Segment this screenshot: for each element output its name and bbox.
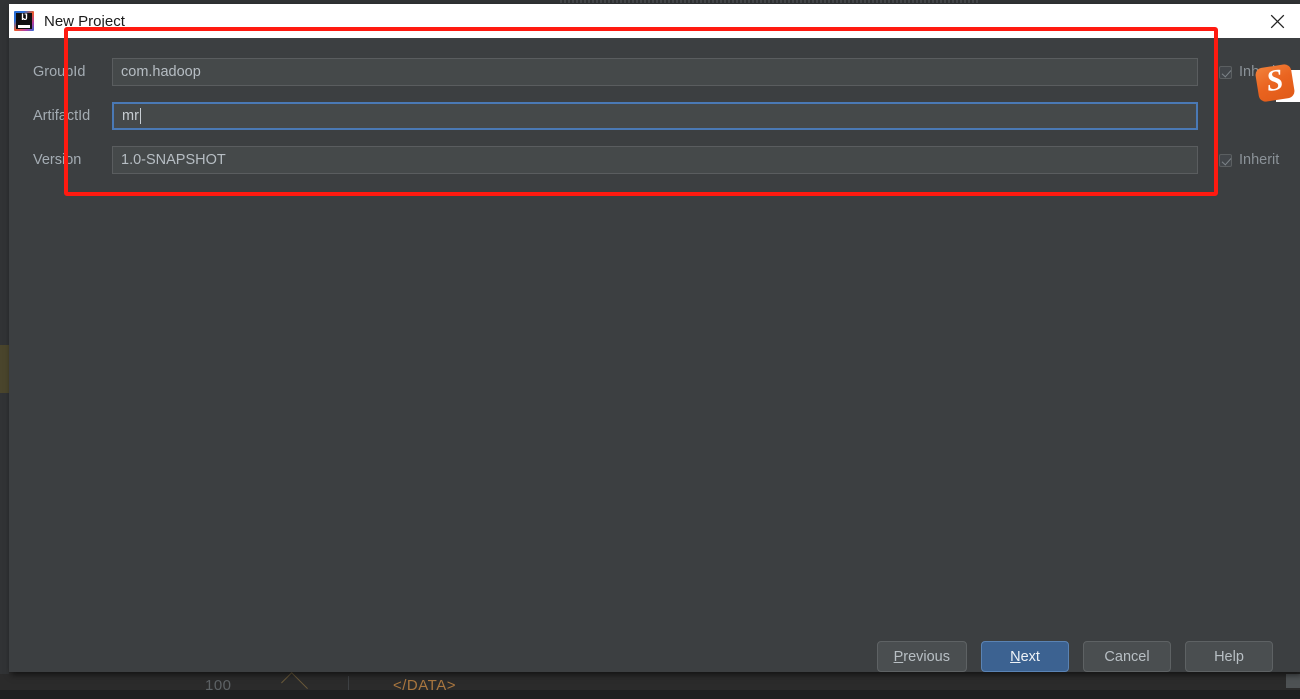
sogou-ime-badge-icon[interactable]: S xyxy=(1254,63,1299,104)
dialog-title: New Project xyxy=(44,12,125,30)
version-inherit-group[interactable]: Inherit xyxy=(1219,152,1279,168)
ide-left-gutter xyxy=(0,4,9,690)
version-label: Version xyxy=(33,152,82,168)
groupid-input[interactable]: com.hadoop xyxy=(112,58,1198,86)
ide-gutter-marker xyxy=(0,345,9,393)
next-button-mnemonic: N xyxy=(1010,648,1021,665)
intellij-idea-icon: IJ xyxy=(14,11,34,31)
ide-top-dotted-content xyxy=(560,0,980,3)
close-icon[interactable] xyxy=(1254,4,1300,38)
new-project-dialog: IJ New Project GroupId com.hadoop Inheri… xyxy=(9,4,1300,672)
form-row-version: Version 1.0-SNAPSHOT Inherit xyxy=(9,145,1300,175)
next-button-label: ext xyxy=(1020,648,1040,665)
dialog-body: GroupId com.hadoop Inherit ArtifactId mr… xyxy=(9,38,1300,672)
sogou-ime-letter: S xyxy=(1263,62,1286,99)
next-button[interactable]: Next xyxy=(981,641,1069,672)
version-inherit-checkbox[interactable] xyxy=(1219,153,1232,167)
help-button[interactable]: Help xyxy=(1185,641,1273,672)
form-row-groupid: GroupId com.hadoop Inherit xyxy=(9,57,1300,87)
text-caret xyxy=(139,108,142,124)
editor-column-divider xyxy=(348,676,349,690)
artifactid-input[interactable]: mr xyxy=(112,102,1198,130)
editor-xml-tag: </DATA> xyxy=(393,677,456,694)
previous-button-label: revious xyxy=(903,648,950,665)
version-inherit-label: Inherit xyxy=(1239,152,1280,168)
dialog-title-bar: IJ New Project xyxy=(9,4,1300,38)
dialog-button-bar: Previous Next Cancel Help xyxy=(876,641,1273,672)
previous-button-mnemonic: P xyxy=(893,648,904,665)
ide-editor-bottom-row: 100 </DATA> xyxy=(0,672,1300,699)
editor-line-number: 100 xyxy=(205,677,232,694)
editor-caret-marker xyxy=(281,672,308,699)
cancel-button[interactable]: Cancel xyxy=(1083,641,1171,672)
groupid-inherit-checkbox[interactable] xyxy=(1219,65,1232,79)
artifactid-input-value: mr xyxy=(122,108,139,124)
form-row-artifactid: ArtifactId mr xyxy=(9,101,1300,131)
version-input[interactable]: 1.0-SNAPSHOT xyxy=(112,146,1198,174)
groupid-label: GroupId xyxy=(33,64,86,80)
artifactid-label: ArtifactId xyxy=(33,108,91,124)
previous-button[interactable]: Previous xyxy=(876,641,967,672)
editor-scrollbar-thumb[interactable] xyxy=(1286,674,1300,688)
